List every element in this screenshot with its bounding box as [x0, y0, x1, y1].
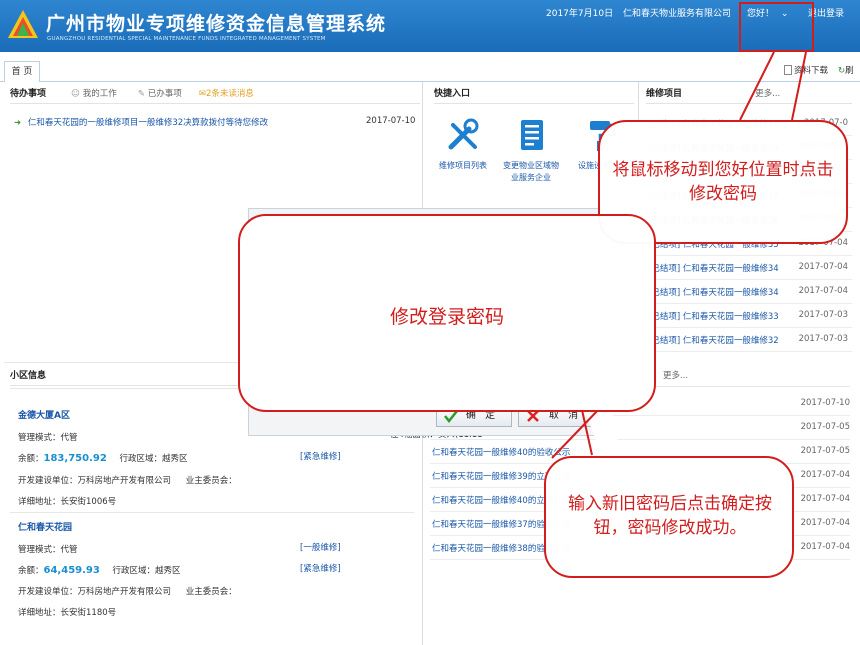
repair-item-date: 2017-07-03	[798, 334, 848, 344]
quick-label[interactable]: 维修项目列表	[432, 160, 494, 172]
header-date: 2017年7月10日	[546, 9, 614, 19]
repair-title: 维修项目	[646, 89, 683, 99]
community-district: 行政区域：越秀区	[112, 566, 181, 576]
my-work-link[interactable]: ☺ 我的工作	[71, 89, 117, 99]
community-address: 详细地址：长安街1180号	[18, 608, 117, 618]
announce-item-date: 2017-07-05	[800, 422, 850, 432]
divider	[10, 512, 414, 513]
balance-label: 余额：	[18, 454, 44, 464]
announce-item-date: 2017-07-04	[800, 470, 850, 480]
tab-home[interactable]: 首 页	[4, 61, 40, 82]
repair-item-text: [已结项] 仁和春天花园一般维修32	[648, 336, 779, 346]
community-district: 行政区域：越秀区	[119, 454, 188, 464]
download-label: 资料下载	[794, 66, 829, 76]
community-mode: 管理模式：代管	[18, 433, 78, 443]
repair-row[interactable]: [已结项] 仁和春天花园一般维修34 2017-07-04	[646, 256, 852, 280]
logo-icon	[8, 10, 38, 38]
todo-item-text: 仁和春天花园的一般维修项目一般维修32决算款拨付等待您修改	[27, 118, 269, 128]
tag-emergency-repair[interactable]: [紧急维修]	[300, 562, 341, 574]
repair-row[interactable]: [已结项] 仁和春天花园一般维修32 2017-07-03	[646, 328, 852, 352]
todo-header: 待办事项 ☺ 我的工作 ✎ 已办事项 ✉2条未读消息	[10, 84, 420, 104]
tag-general-repair[interactable]: [一般维修]	[300, 541, 341, 553]
tab-strip: 首 页	[0, 52, 860, 82]
tag-emergency-repair[interactable]: [紧急维修]	[300, 450, 341, 462]
community-committee: 业主委员会：	[185, 587, 237, 597]
done-link[interactable]: ✎ 已办事项	[138, 89, 182, 99]
announce-item-date: 2017-07-04	[800, 518, 850, 528]
announce-item-date: 2017-07-10	[800, 398, 850, 408]
community-developer-row: 开发建设单位：万科房地产开发有限公司 业主委员会：	[18, 474, 237, 486]
refresh-label: 刷	[845, 66, 854, 76]
announce-item-text: 仁和春天花园一般维修40的验收公示	[432, 448, 571, 458]
todo-item-date: 2017-07-10	[366, 116, 416, 126]
person-icon: ☺	[71, 89, 81, 99]
repair-item-text: [已结项] 仁和春天花园一般维修33	[648, 312, 779, 322]
announce-item-date: 2017-07-05	[800, 446, 850, 456]
greeting-highlight	[739, 2, 814, 52]
announce-more-link[interactable]: 更多...	[663, 369, 688, 381]
balance-value: 183,750.92	[43, 453, 107, 464]
mail-icon: ✉	[198, 89, 206, 99]
community-developer: 开发建设单位：万科房地产开发有限公司	[18, 587, 172, 597]
tools-icon[interactable]	[445, 117, 481, 153]
community-developer-row: 开发建设单位：万科房地产开发有限公司 业主委员会：	[18, 585, 237, 597]
quick-label[interactable]: 变更物业区域物业服务企业	[500, 160, 562, 184]
callout-top-right-text: 将鼠标移动到您好位置时点击修改密码	[612, 160, 834, 204]
repair-row[interactable]: [已结项] 仁和春天花园一般维修34 2017-07-04	[646, 280, 852, 304]
announce-item-date: 2017-07-04	[800, 542, 850, 552]
balance-value: 64,459.93	[43, 565, 100, 576]
community-address: 详细地址：长安街1006号	[18, 497, 117, 507]
document-icon[interactable]	[514, 117, 550, 153]
community-balance-row: 余额：183,750.92 行政区域：越秀区	[18, 452, 188, 464]
repair-item-date: 2017-07-03	[798, 310, 848, 320]
app-root: 广州市物业专项维修资金信息管理系统 GUANGZHOU RESIDENTIAL …	[0, 0, 860, 645]
app-subtitle: GUANGZHOU RESIDENTIAL SPECIAL MAINTENANC…	[47, 36, 326, 42]
todo-title: 待办事项	[10, 89, 47, 99]
repair-item-text: [已结项] 仁和春天花园一般维修34	[648, 264, 779, 274]
community-mode: 管理模式：代管	[18, 545, 78, 555]
app-title: 广州市物业专项维修资金信息管理系统	[46, 13, 387, 35]
edit-icon: ✎	[137, 89, 146, 99]
arrow-right-icon: ➜	[14, 118, 22, 128]
unread-link[interactable]: ✉2条未读消息	[199, 89, 254, 99]
announce-item-date: 2017-07-04	[800, 494, 850, 504]
refresh-button[interactable]: ↻刷	[838, 64, 854, 76]
todo-item[interactable]: ➜ 仁和春天花园的一般维修项目一般维修32决算款拨付等待您修改	[14, 116, 414, 128]
app-header: 广州市物业专项维修资金信息管理系统 GUANGZHOU RESIDENTIAL …	[0, 0, 860, 52]
repair-item-date: 2017-07-04	[798, 286, 848, 296]
repair-more-link[interactable]: 更多...	[755, 89, 780, 99]
repair-item-text: [已结项] 仁和春天花园一般维修34	[648, 288, 779, 298]
callout-center-text: 修改登录密码	[389, 306, 504, 328]
repair-row[interactable]: [已结项] 仁和春天花园一般维修33 2017-07-03	[646, 304, 852, 328]
download-button[interactable]: 资料下载	[784, 64, 828, 76]
header-company: 仁和春天物业服务有限公司	[623, 9, 732, 19]
repair-item-date: 2017-07-04	[798, 262, 848, 272]
community-committee: 业主委员会：	[185, 476, 237, 486]
community-balance-row: 余额：64,459.93 行政区域：越秀区	[18, 564, 181, 576]
community-name[interactable]: 金德大厦A区	[18, 408, 70, 421]
balance-label: 余额：	[18, 566, 44, 576]
repair-header: 维修项目 更多...	[646, 84, 852, 104]
done-label: 已办事项	[147, 89, 182, 99]
quick-title: 快捷入口	[434, 89, 471, 99]
unread-label: 2条未读消息	[206, 89, 254, 99]
document-icon	[784, 65, 792, 75]
community-title: 小区信息	[10, 371, 47, 381]
quick-header: 快捷入口	[434, 84, 634, 104]
community-developer: 开发建设单位：万科房地产开发有限公司	[18, 476, 172, 486]
community-name[interactable]: 仁和春天花园	[18, 520, 72, 533]
callout-bottom-text: 输入新旧密码后点击确定按钮，密码修改成功。	[568, 494, 772, 538]
my-work-label: 我的工作	[82, 89, 117, 99]
